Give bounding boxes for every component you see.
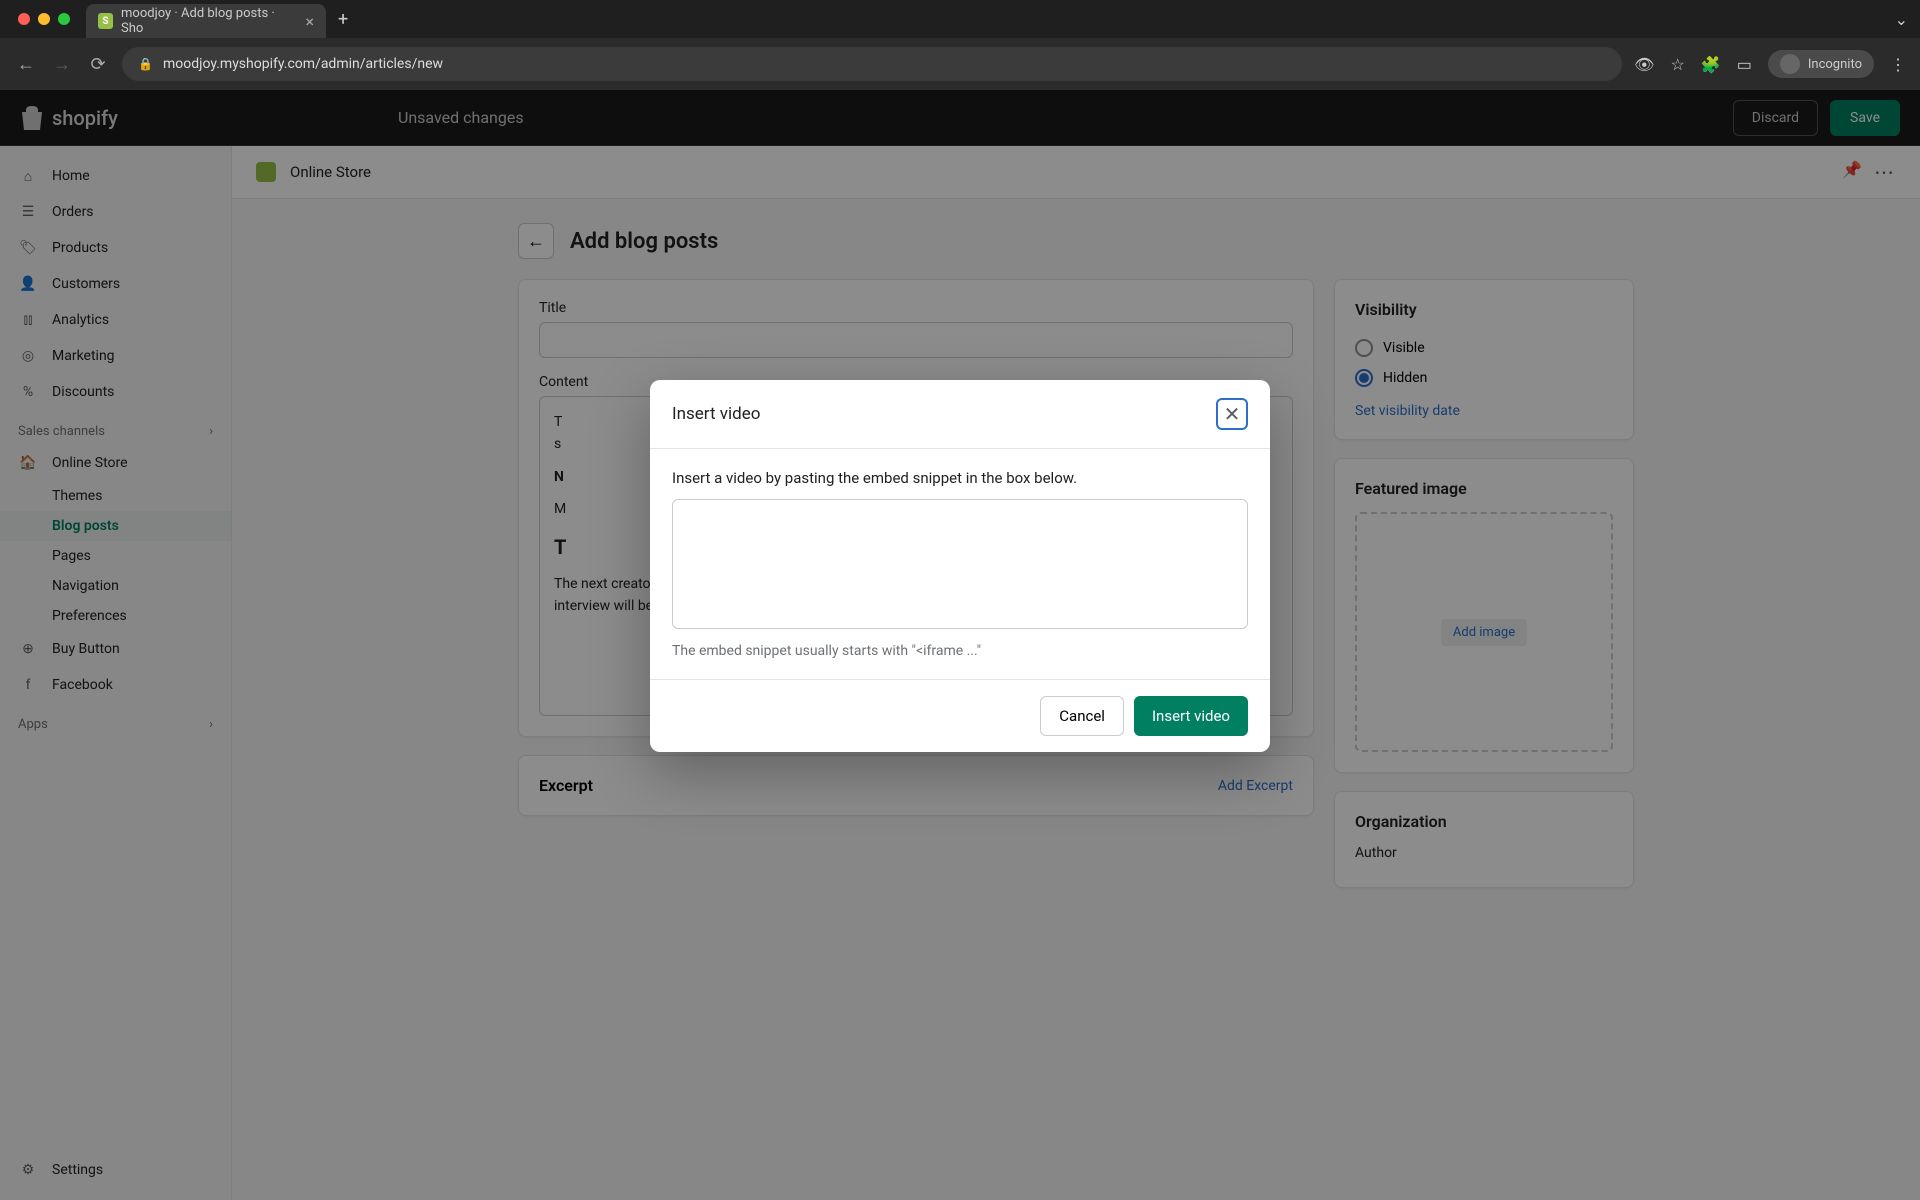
window-controls — [18, 13, 70, 25]
maximize-window-icon[interactable] — [58, 13, 70, 25]
chevron-down-icon[interactable]: ⌄ — [1895, 10, 1908, 29]
incognito-badge[interactable]: Incognito — [1768, 50, 1874, 78]
address-bar: ← → ⟳ 🔒 moodjoy.myshopify.com/admin/arti… — [0, 38, 1920, 90]
minimize-window-icon[interactable] — [38, 13, 50, 25]
browser-tab[interactable]: S moodjoy · Add blog posts · Sho × — [86, 4, 326, 38]
bookmark-icon[interactable]: ☆ — [1670, 55, 1684, 74]
incognito-label: Incognito — [1808, 57, 1862, 72]
modal-title: Insert video — [672, 404, 760, 424]
modal-footer: Cancel Insert video — [650, 679, 1270, 752]
modal-header: Insert video ✕ — [650, 380, 1270, 449]
insert-video-button[interactable]: Insert video — [1134, 696, 1248, 736]
tab-title: moodjoy · Add blog posts · Sho — [121, 6, 289, 36]
url-field[interactable]: 🔒 moodjoy.myshopify.com/admin/articles/n… — [122, 47, 1622, 81]
url-text: moodjoy.myshopify.com/admin/articles/new — [163, 56, 443, 72]
embed-snippet-input[interactable] — [672, 499, 1248, 629]
back-icon[interactable]: ← — [14, 54, 38, 75]
extensions-icon[interactable]: 🧩 — [1701, 55, 1721, 74]
lock-icon: 🔒 — [138, 57, 153, 71]
close-modal-button[interactable]: ✕ — [1216, 398, 1248, 430]
incognito-icon — [1780, 54, 1800, 74]
tab-bar: S moodjoy · Add blog posts · Sho × + ⌄ — [0, 0, 1920, 38]
modal-hint: The embed snippet usually starts with "<… — [672, 643, 1248, 659]
panel-icon[interactable]: ▭ — [1737, 55, 1752, 74]
new-tab-button[interactable]: + — [338, 9, 348, 30]
browser-chrome: S moodjoy · Add blog posts · Sho × + ⌄ ←… — [0, 0, 1920, 90]
reload-icon[interactable]: ⟳ — [86, 54, 110, 75]
modal-body: Insert a video by pasting the embed snip… — [650, 449, 1270, 679]
favicon-icon: S — [98, 13, 113, 29]
forward-icon[interactable]: → — [50, 54, 74, 75]
close-tab-icon[interactable]: × — [305, 12, 314, 31]
eye-off-icon[interactable]: 👁 — [1634, 55, 1654, 74]
browser-actions: 👁 ☆ 🧩 ▭ Incognito ⋮ — [1634, 50, 1906, 78]
cancel-button[interactable]: Cancel — [1040, 696, 1124, 736]
modal-instruction: Insert a video by pasting the embed snip… — [672, 469, 1248, 487]
insert-video-modal: Insert video ✕ Insert a video by pasting… — [650, 380, 1270, 752]
close-window-icon[interactable] — [18, 13, 30, 25]
close-icon: ✕ — [1224, 402, 1241, 426]
menu-icon[interactable]: ⋮ — [1890, 55, 1906, 74]
